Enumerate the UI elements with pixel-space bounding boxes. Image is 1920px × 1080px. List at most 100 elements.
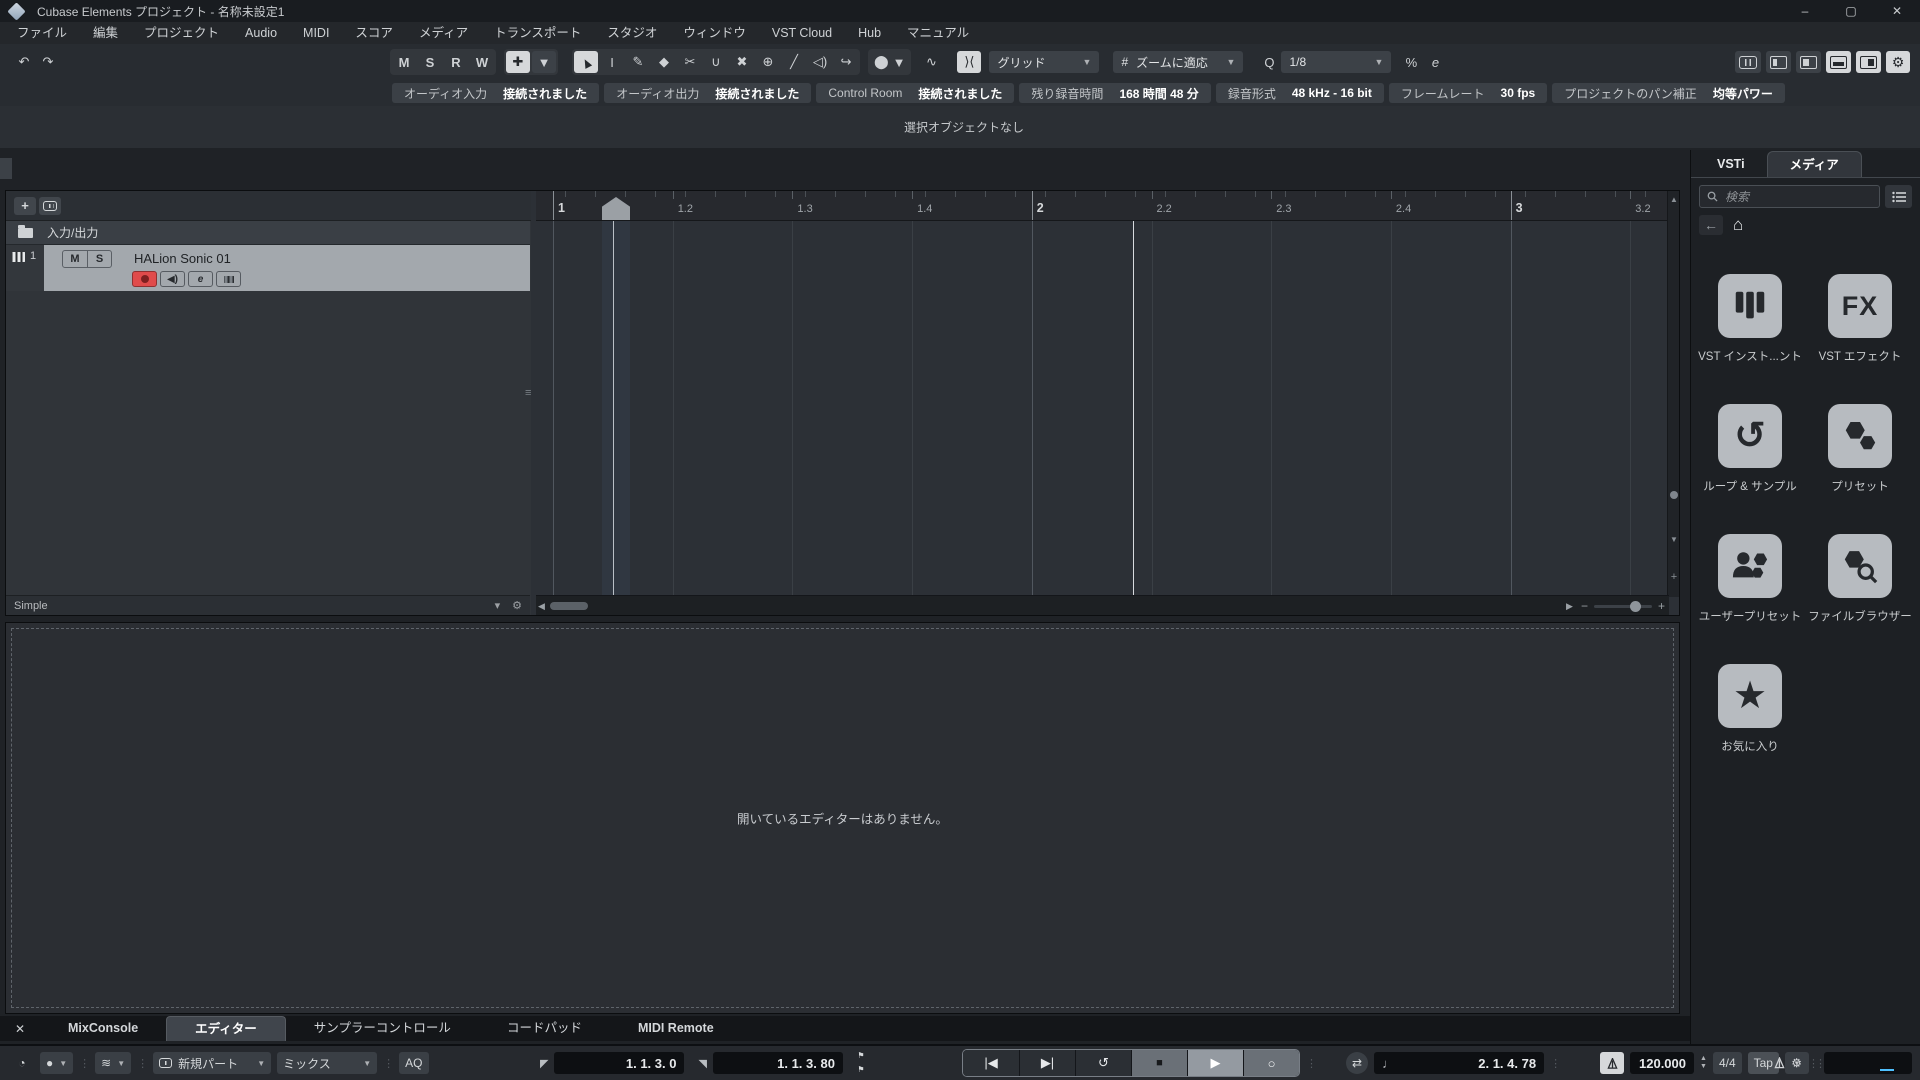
setup-window-layout[interactable]: ⚙: [1886, 51, 1910, 73]
scroll-up-arrow[interactable]: ▲: [1668, 195, 1680, 204]
midi-record-mode-dropdown[interactable]: 新規パート ▼: [153, 1052, 272, 1074]
edit-instrument-button[interactable]: [216, 271, 241, 287]
menu-item-Audio[interactable]: Audio: [232, 22, 290, 44]
global-m-button[interactable]: M: [392, 51, 416, 73]
cycle-button[interactable]: ↺: [1075, 1050, 1131, 1076]
erase-tool[interactable]: ◆: [652, 51, 676, 73]
exchange-time-formats-button[interactable]: ⇄: [1346, 1052, 1369, 1074]
cycle-marker[interactable]: [602, 197, 630, 220]
stop-button[interactable]: ■: [1131, 1050, 1187, 1076]
close-lower-zone-icon[interactable]: ✕: [0, 1022, 40, 1041]
right-zone-tab-VSTi[interactable]: VSTi: [1695, 151, 1767, 177]
back-button[interactable]: ←: [1699, 215, 1723, 235]
snap-toggle[interactable]: ⟩⟨: [957, 51, 982, 73]
menu-item-編集[interactable]: 編集: [80, 22, 131, 44]
split-tool[interactable]: ✂: [678, 51, 702, 73]
lower-tab-サンプラーコントロール[interactable]: サンプラーコントロール: [286, 1016, 479, 1041]
quantize-preset-dropdown[interactable]: 1/8 ▼: [1281, 51, 1392, 73]
zone-divider-grip[interactable]: ≡: [525, 387, 532, 399]
home-button[interactable]: ⌂: [1733, 215, 1743, 235]
media-tile-fx-button[interactable]: FX: [1828, 274, 1892, 338]
minimize-button[interactable]: –: [1782, 0, 1828, 22]
media-tile-loop-button[interactable]: ↺: [1718, 404, 1782, 468]
menu-item-メディア[interactable]: メディア: [406, 22, 481, 44]
monitor-button[interactable]: ◀): [160, 271, 185, 287]
edit-channel-button[interactable]: e: [188, 271, 213, 287]
left-locator-field[interactable]: 1. 1. 3. 0: [554, 1052, 685, 1074]
track-controls-preset[interactable]: Simple: [14, 600, 48, 612]
auto-quantize-button[interactable]: AQ: [399, 1052, 429, 1074]
keyboard-zone-icon[interactable]: [1735, 51, 1761, 73]
solo-button[interactable]: S: [87, 251, 111, 267]
media-tile-browser-button[interactable]: [1828, 534, 1892, 598]
menu-item-MIDI[interactable]: MIDI: [290, 22, 342, 44]
input-output-folder-track[interactable]: 入力/出力: [6, 221, 530, 245]
time-signature-field[interactable]: 4/4: [1712, 1052, 1742, 1074]
line-tool[interactable]: ╱: [782, 51, 806, 73]
range-select-tool[interactable]: I: [600, 51, 624, 73]
window-edge-handle[interactable]: [0, 158, 12, 179]
media-tile-presets-button[interactable]: [1828, 404, 1892, 468]
lower-tab-MIDI Remote[interactable]: MIDI Remote: [610, 1016, 742, 1041]
menu-item-VST Cloud[interactable]: VST Cloud: [759, 22, 845, 44]
lower-tab-コードパッド[interactable]: コードパッド: [479, 1016, 610, 1041]
constrain-delay-compensation-icon[interactable]: ◔: [10, 1052, 34, 1074]
undo-button[interactable]: ↶: [12, 51, 36, 73]
left-zone-alt-toggle[interactable]: [1796, 51, 1821, 73]
lower-tab-MixConsole[interactable]: MixConsole: [40, 1016, 166, 1041]
right-locator-field[interactable]: 1. 1. 3. 80: [712, 1052, 843, 1074]
media-tile-user-button[interactable]: [1718, 534, 1782, 598]
menu-item-マニュアル[interactable]: マニュアル: [894, 22, 982, 44]
record-enable-button[interactable]: [132, 271, 157, 287]
global-s-button[interactable]: S: [418, 51, 442, 73]
midi-mix-mode-dropdown[interactable]: ミックス ▼: [277, 1052, 378, 1074]
click-settings-gear-icon[interactable]: ⚙: [1791, 1056, 1802, 1070]
mute-tool[interactable]: ✖: [730, 51, 754, 73]
vertical-zoom-in[interactable]: +: [1668, 571, 1680, 583]
right-zone-toggle[interactable]: [1856, 51, 1881, 73]
audio-record-modes-dropdown[interactable]: ≋ ▼: [95, 1052, 132, 1074]
track-settings-gear-icon[interactable]: ⚙: [512, 599, 522, 612]
grid-interval-dropdown[interactable]: # ズームに適応 ▼: [1113, 51, 1244, 73]
add-track-button[interactable]: +: [14, 196, 36, 215]
crossfade-button[interactable]: ∿: [919, 51, 943, 73]
scrub-tool[interactable]: ↪: [834, 51, 858, 73]
menu-item-プロジェクト[interactable]: プロジェクト: [131, 22, 232, 44]
media-tile-star-button[interactable]: ★: [1718, 664, 1782, 728]
left-locator-icon[interactable]: ◤: [540, 1057, 548, 1070]
snap-type-dropdown[interactable]: グリッド ▼: [989, 51, 1100, 73]
horizontal-scroll-thumb[interactable]: [550, 602, 588, 610]
common-record-modes-dropdown[interactable]: ● ▼: [40, 1052, 74, 1074]
click-settings-metronome-icon[interactable]: [1774, 1057, 1785, 1069]
primary-time-display[interactable]: ♩ 2. 1. 4. 78: [1374, 1052, 1545, 1074]
zoom-in-button[interactable]: +: [1658, 599, 1665, 613]
autoscroll-button[interactable]: ✚: [506, 51, 530, 73]
vertical-zoom-knob[interactable]: [1670, 491, 1678, 499]
iterative-quantize-button[interactable]: %: [1399, 51, 1423, 73]
goto-next-marker-button[interactable]: ▶|: [1019, 1050, 1075, 1076]
global-r-button[interactable]: R: [444, 51, 468, 73]
menu-item-ファイル[interactable]: ファイル: [4, 22, 80, 44]
play-tool[interactable]: ◁): [808, 51, 832, 73]
metronome-click-button[interactable]: [1600, 1052, 1624, 1074]
zoom-slider-knob[interactable]: [1629, 600, 1641, 612]
maximize-button[interactable]: ▢: [1828, 0, 1874, 22]
vertical-scrollbar[interactable]: ▲ ▼ +: [1667, 191, 1679, 597]
color-menu-button[interactable]: ⬤ ▼: [870, 51, 909, 73]
event-display[interactable]: [536, 221, 1669, 597]
mute-button[interactable]: M: [63, 251, 87, 267]
instrument-track[interactable]: 1 M S HALion Sonic 01 ◀) e: [6, 245, 530, 291]
autoscroll-dropdown[interactable]: ▼: [532, 51, 556, 73]
menu-item-Hub[interactable]: Hub: [845, 22, 894, 44]
left-zone-toggle[interactable]: [1766, 51, 1791, 73]
draw-tool[interactable]: ✎: [626, 51, 650, 73]
close-button[interactable]: ✕: [1874, 0, 1920, 22]
menu-item-スタジオ[interactable]: スタジオ: [594, 22, 670, 44]
zoom-out-button[interactable]: −: [1581, 599, 1588, 613]
object-select-tool[interactable]: ▲: [574, 51, 598, 73]
footer-dropdown-arrow[interactable]: ▾: [495, 599, 501, 612]
scroll-left-arrow[interactable]: ◀: [538, 596, 545, 616]
play-button[interactable]: ▶: [1187, 1050, 1243, 1076]
tempo-field[interactable]: 120.000: [1630, 1052, 1694, 1074]
track-name[interactable]: HALion Sonic 01: [134, 251, 231, 266]
